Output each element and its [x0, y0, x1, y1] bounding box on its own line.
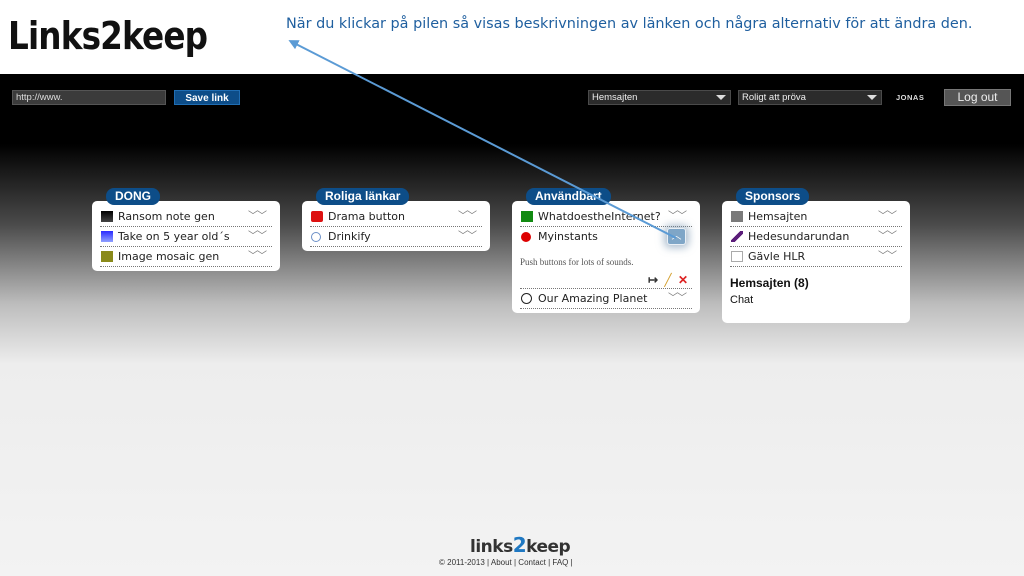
save-link-button[interactable]: Save link	[174, 90, 240, 105]
chevron-down-icon[interactable]: ﹀﹀	[458, 227, 477, 246]
category-tab[interactable]: Roliga länkar	[316, 188, 410, 205]
empty-square-icon	[731, 251, 743, 262]
app-screenshot: http://www. Save link Hemsajten Roligt a…	[0, 74, 1024, 576]
link-item[interactable]: Our Amazing Planet ﹀﹀	[520, 289, 692, 309]
footer-logo[interactable]: links2keep	[470, 533, 571, 557]
category-box-dong: DONG Ransom note gen ﹀﹀ Take on 5 year o…	[92, 188, 280, 271]
category-dropdown-1[interactable]: Hemsajten	[588, 90, 731, 105]
category-dropdown-2[interactable]: Roligt att pröva	[738, 90, 882, 105]
logout-button[interactable]: Log out	[944, 89, 1011, 106]
link-label[interactable]: Take on 5 year old´s	[118, 230, 230, 243]
footer-links[interactable]: © 2011-2013 | About | Contact | FAQ |	[439, 558, 573, 567]
green-square-icon	[521, 211, 533, 222]
edit-pencil-icon[interactable]: ╱	[664, 273, 671, 287]
category-tab[interactable]: Användbart	[526, 188, 611, 205]
category-tab[interactable]: Sponsors	[736, 188, 810, 205]
delete-icon[interactable]: ✕	[678, 273, 688, 287]
link-label[interactable]: Our Amazing Planet	[538, 292, 647, 305]
link-label[interactable]: Ransom note gen	[118, 210, 215, 223]
sponsor-info-sub[interactable]: Chat	[730, 290, 902, 306]
slide-title: Links2keep	[8, 14, 208, 58]
youtube-icon	[311, 211, 323, 222]
chevron-down-icon[interactable]: ﹀﹀	[668, 207, 687, 226]
chevron-down-icon[interactable]: ﹀﹀	[248, 227, 267, 246]
black-square-icon	[101, 211, 113, 222]
link-item[interactable]: Take on 5 year old´s ﹀﹀	[100, 227, 272, 247]
link-item[interactable]: Hedesundarundan ﹀﹀	[730, 227, 902, 247]
hourglass-icon	[731, 211, 743, 222]
link-label[interactable]: Myinstants	[538, 230, 598, 243]
link-label[interactable]: WhatdoestheInternet?	[538, 210, 661, 223]
link-item[interactable]: Ransom note gen ﹀﹀	[100, 207, 272, 227]
link-description: Push buttons for lots of sounds.	[520, 257, 634, 267]
link-item[interactable]: WhatdoestheInternet? ﹀﹀	[520, 207, 692, 227]
link-label[interactable]: Drama button	[328, 210, 405, 223]
link-label[interactable]: Gävle HLR	[748, 250, 805, 263]
link-item[interactable]: Image mosaic gen ﹀﹀	[100, 247, 272, 267]
sponsor-info-title: Hemsajten (8)	[730, 276, 809, 290]
info-circle-icon	[521, 293, 532, 304]
logo-part: keep	[526, 537, 571, 557]
chevron-down-icon[interactable]: ﹀﹀	[878, 207, 897, 226]
link-actions: ↦ ╱ ✕	[520, 273, 692, 289]
link-item[interactable]: Drinkify ﹀﹀	[310, 227, 482, 247]
category-box-roliga: Roliga länkar Drama button ﹀﹀ Drinkify ﹀…	[302, 188, 490, 251]
olive-square-icon	[101, 251, 113, 262]
link-label[interactable]: Image mosaic gen	[118, 250, 219, 263]
category-box-sponsors: Sponsors Hemsajten ﹀﹀ Hedesundarundan ﹀﹀…	[722, 188, 910, 323]
link-label[interactable]: Drinkify	[328, 230, 371, 243]
link-label[interactable]: Hedesundarundan	[748, 230, 849, 243]
chevron-down-icon[interactable]: ﹀﹀	[458, 207, 477, 226]
caret-down-icon	[867, 95, 877, 100]
chevron-down-icon[interactable]: ﹀﹀	[248, 247, 267, 266]
link-label[interactable]: Hemsajten	[748, 210, 807, 223]
chevron-down-icon[interactable]: ﹀﹀	[878, 247, 897, 266]
chevron-up-icon[interactable]: ︿	[667, 228, 686, 245]
blue-gradient-icon	[101, 231, 113, 242]
dropdown-1-value: Hemsajten	[592, 92, 638, 103]
chevron-down-icon[interactable]: ﹀﹀	[668, 289, 687, 308]
circle-icon	[311, 232, 321, 242]
category-tab[interactable]: DONG	[106, 188, 160, 205]
link-item[interactable]: Gävle HLR ﹀﹀	[730, 247, 902, 267]
user-name: JONAS	[896, 93, 925, 102]
red-dot-icon	[521, 232, 531, 242]
caret-down-icon	[716, 95, 726, 100]
link-item[interactable]: Hemsajten ﹀﹀	[730, 207, 902, 227]
link-item-expanded[interactable]: Myinstants ︿	[520, 227, 692, 247]
category-box-anvandbart: Användbart WhatdoestheInternet? ﹀﹀ Myins…	[512, 188, 700, 313]
chevron-down-icon[interactable]: ﹀﹀	[878, 227, 897, 246]
logo-part: links	[470, 537, 513, 557]
url-input[interactable]: http://www.	[12, 90, 166, 105]
link-item[interactable]: Drama button ﹀﹀	[310, 207, 482, 227]
logo-part: 2	[512, 533, 527, 557]
slide-caption: När du klickar på pilen så visas beskriv…	[286, 16, 973, 32]
chevron-down-icon[interactable]: ﹀﹀	[248, 207, 267, 226]
pin-icon	[731, 231, 743, 242]
dropdown-2-value: Roligt att pröva	[742, 92, 806, 103]
move-icon[interactable]: ↦	[648, 273, 658, 287]
